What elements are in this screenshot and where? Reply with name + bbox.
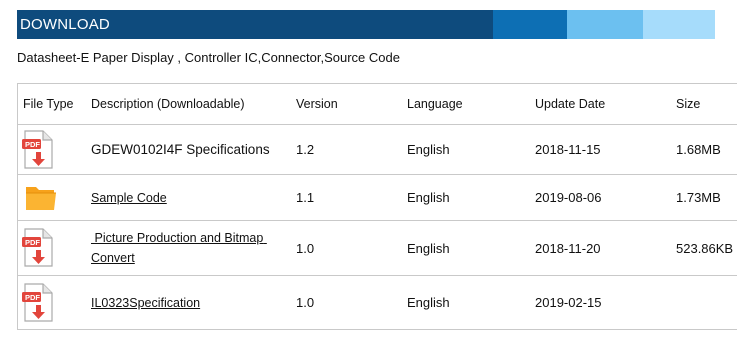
row-language: English bbox=[407, 142, 450, 157]
svg-text:PDF: PDF bbox=[25, 293, 40, 302]
table-row: PDF IL0323Specification 1.0 English 2019… bbox=[18, 276, 737, 330]
table-row: PDF Picture Production and Bitmap Conver… bbox=[18, 221, 737, 276]
row-size: 1.73MB bbox=[676, 190, 721, 205]
row-update-date: 2019-02-15 bbox=[535, 295, 602, 310]
header-file-type: File Type bbox=[23, 97, 74, 111]
download-subtitle: Datasheet-E Paper Display , Controller I… bbox=[17, 50, 400, 65]
download-table: File Type Description (Downloadable) Ver… bbox=[17, 84, 737, 330]
banner-segment-3 bbox=[567, 10, 643, 39]
row-language: English bbox=[407, 240, 450, 256]
svg-text:PDF: PDF bbox=[25, 238, 40, 247]
folder-icon[interactable] bbox=[21, 175, 61, 220]
sample-code-link[interactable]: Sample Code bbox=[91, 188, 167, 208]
row-description: Picture Production and Bitmap Convert bbox=[91, 221, 281, 275]
row-language: English bbox=[407, 295, 450, 310]
header-language: Language bbox=[407, 97, 463, 111]
row-size: 1.68MB bbox=[676, 142, 721, 157]
header-size: Size bbox=[676, 97, 701, 111]
header-description: Description (Downloadable) bbox=[91, 97, 245, 111]
pdf-icon[interactable]: PDF bbox=[21, 276, 55, 329]
svg-text:PDF: PDF bbox=[25, 140, 40, 149]
banner-main-segment: DOWNLOAD bbox=[17, 10, 493, 39]
header-version: Version bbox=[296, 97, 338, 111]
row-description: Sample Code bbox=[91, 175, 281, 220]
il0323-specification-link[interactable]: IL0323Specification bbox=[91, 293, 200, 313]
table-row: Sample Code 1.1 English 2019-08-06 1.73M… bbox=[18, 175, 737, 221]
banner-segment-2 bbox=[493, 10, 567, 39]
download-banner: DOWNLOAD bbox=[17, 10, 715, 39]
banner-segment-4 bbox=[643, 10, 715, 39]
row-description: IL0323Specification bbox=[91, 276, 281, 329]
table-header-row: File Type Description (Downloadable) Ver… bbox=[18, 84, 737, 125]
row-description: GDEW0102I4F Specifications bbox=[91, 142, 270, 157]
row-version: 1.2 bbox=[296, 142, 315, 157]
row-version: 1.0 bbox=[296, 295, 315, 310]
row-update-date: 2019-08-06 bbox=[535, 190, 602, 205]
row-language: English bbox=[407, 190, 450, 205]
header-update-date: Update Date bbox=[535, 97, 606, 111]
pdf-icon[interactable]: PDF bbox=[21, 125, 55, 174]
picture-production-link[interactable]: Picture Production and Bitmap Convert bbox=[91, 228, 281, 268]
row-update-date: 2018-11-20 bbox=[535, 240, 601, 256]
banner-title: DOWNLOAD bbox=[20, 16, 110, 33]
row-version: 1.1 bbox=[296, 190, 315, 205]
row-size: 523.86KB bbox=[676, 240, 734, 256]
row-update-date: 2018-11-15 bbox=[535, 142, 601, 157]
pdf-icon[interactable]: PDF bbox=[21, 221, 55, 275]
table-row: PDF GDEW0102I4F Specifications 1.2 Engli… bbox=[18, 125, 737, 175]
row-version: 1.0 bbox=[296, 240, 315, 256]
